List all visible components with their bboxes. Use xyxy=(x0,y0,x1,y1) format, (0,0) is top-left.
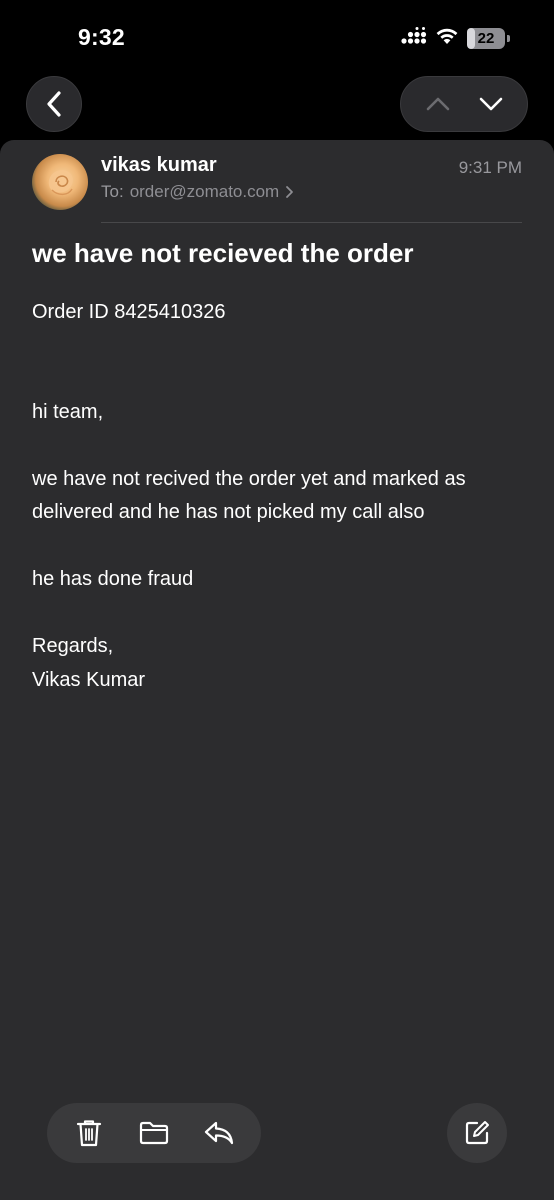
battery-icon: 22 xyxy=(467,28,505,49)
received-time: 9:31 PM xyxy=(458,158,522,177)
battery-nub xyxy=(507,35,510,42)
recipient-address[interactable]: order@zomato.com xyxy=(130,182,280,202)
chevron-down-icon xyxy=(479,97,502,111)
delete-button[interactable] xyxy=(64,1108,114,1158)
compose-button[interactable] xyxy=(447,1103,507,1163)
message-navigation xyxy=(400,76,528,132)
avatar[interactable] xyxy=(32,154,88,210)
sender-name[interactable]: vikas kumar xyxy=(101,154,217,177)
trash-icon xyxy=(77,1120,102,1147)
previous-message-button[interactable] xyxy=(416,82,460,126)
closing-line: Regards, xyxy=(32,635,114,657)
email-subject: we have not recieved the order xyxy=(32,238,414,268)
body-paragraph-line-1: we have not recived the order yet and ma… xyxy=(32,468,466,490)
body-paragraph-line-2: delivered and he has not picked my call … xyxy=(32,501,425,523)
chevron-left-icon xyxy=(47,91,61,117)
reply-icon xyxy=(204,1121,233,1145)
move-to-folder-button[interactable] xyxy=(129,1108,179,1158)
signal-icon xyxy=(401,27,427,50)
order-id-line: Order ID 8425410326 xyxy=(32,301,226,323)
email-card: vikas kumar To: order@zomato.com 9:31 PM… xyxy=(0,140,554,1200)
reply-button[interactable] xyxy=(194,1108,244,1158)
compose-icon xyxy=(465,1121,489,1145)
rose-image xyxy=(48,170,73,196)
battery-fill xyxy=(467,28,476,49)
recipient-line[interactable]: To: order@zomato.com xyxy=(101,182,294,202)
back-button[interactable] xyxy=(26,76,82,132)
folder-icon xyxy=(139,1121,169,1145)
chevron-right-icon xyxy=(285,185,294,199)
battery-level: 22 xyxy=(477,30,495,47)
status-bar: 9:32 22 xyxy=(0,0,554,70)
signature-line: Vikas Kumar xyxy=(32,669,146,691)
greeting-line: hi team, xyxy=(32,401,104,423)
action-toolbar xyxy=(47,1103,261,1163)
header-divider xyxy=(101,222,522,223)
next-message-button[interactable] xyxy=(469,82,513,126)
to-label: To: xyxy=(101,182,124,201)
wifi-icon xyxy=(434,26,460,51)
body-paragraph-2: he has done fraud xyxy=(32,568,194,590)
chevron-up-icon xyxy=(426,97,449,111)
status-time: 9:32 xyxy=(78,24,125,50)
status-icons: 22 xyxy=(401,26,510,51)
